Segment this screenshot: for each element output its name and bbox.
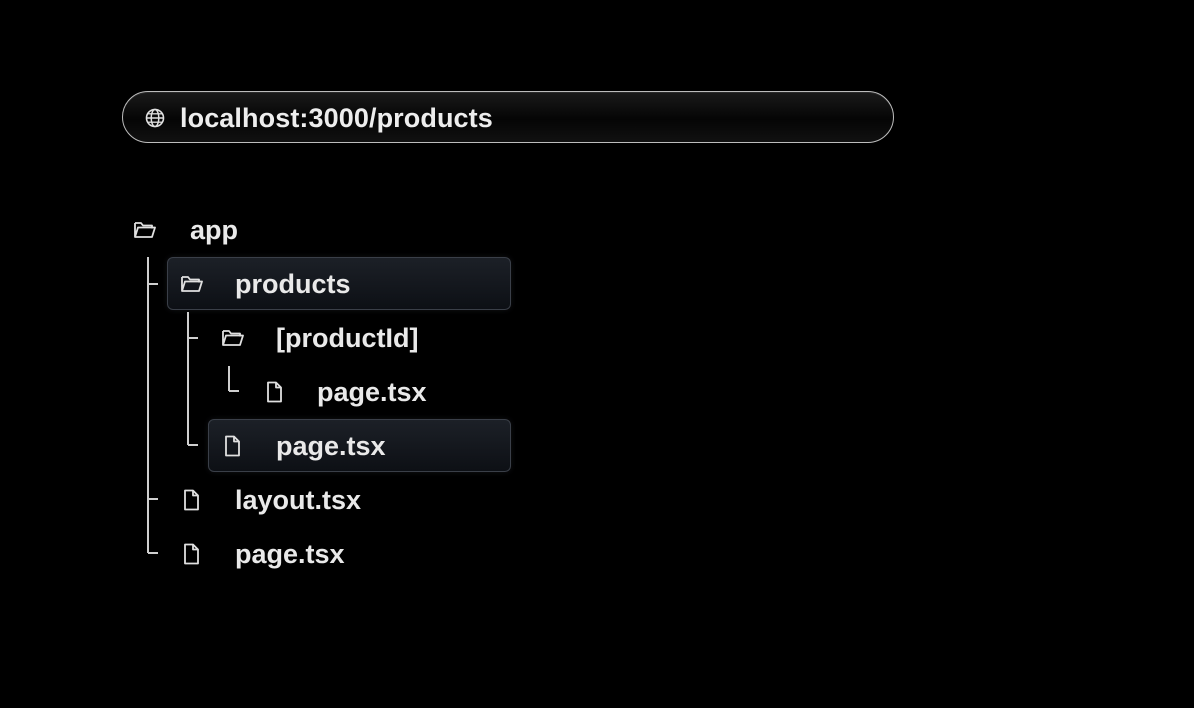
tree-node-label: [productId] <box>276 323 419 353</box>
tree-node-layout[interactable]: layout.tsx <box>180 483 420 517</box>
tree-node-app[interactable]: app <box>133 213 273 247</box>
address-bar[interactable]: localhost:3000/products <box>122 91 894 143</box>
tree-node-label: page.tsx <box>235 539 345 569</box>
tree-node-label: products <box>235 269 351 299</box>
file-icon <box>267 381 282 403</box>
folder-open-icon <box>181 276 203 292</box>
file-icon <box>225 435 240 457</box>
tree-node-label: page.tsx <box>317 377 427 407</box>
file-icon <box>184 489 199 511</box>
folder-open-icon <box>134 222 156 238</box>
url-text: localhost:3000/products <box>180 103 493 133</box>
tree-node-product-id-page[interactable]: page.tsx <box>263 375 483 409</box>
tree-node-label: app <box>190 215 239 245</box>
tree-node-products-page[interactable]: page.tsx <box>221 429 441 463</box>
folder-open-icon <box>222 330 244 346</box>
tree-node-product-id[interactable]: [productId] <box>221 321 481 355</box>
tree-node-label: layout.tsx <box>235 485 362 515</box>
file-icon <box>184 543 199 565</box>
globe-icon <box>145 108 165 128</box>
tree-node-products[interactable]: products <box>180 267 500 301</box>
tree-node-label: page.tsx <box>276 431 386 461</box>
tree-node-root-page[interactable]: page.tsx <box>180 537 400 571</box>
